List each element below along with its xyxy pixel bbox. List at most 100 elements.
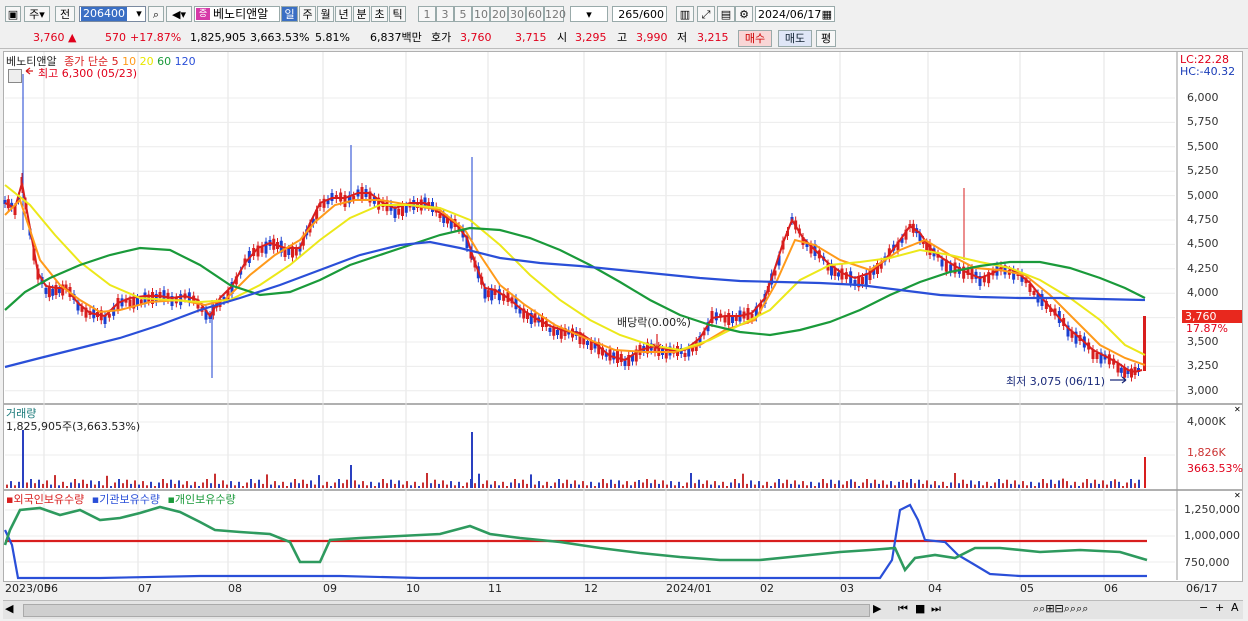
volume-bar [858,486,860,488]
volume-bar [314,484,316,488]
volume-bar [374,486,376,488]
calculator-icon[interactable] [8,69,22,83]
volume-bar [778,479,780,488]
volume-bar [670,481,672,488]
volume-bar [666,484,668,488]
x-tick: 06/17 [1186,582,1218,595]
volume-bar [242,486,244,488]
volume-bar [638,480,640,488]
volume-bar [410,485,412,488]
volume-bar [1144,457,1146,488]
chart-canvas[interactable] [0,0,1248,621]
volume-bar [894,485,896,488]
volume-bar [454,485,456,488]
volume-bar [738,483,740,488]
scroll-left-icon[interactable]: ◀ [5,602,13,615]
volume-bar [590,481,592,488]
volume-bar [1014,480,1016,488]
nav-last-icon[interactable]: ⏭ [931,602,941,616]
holdings-legend-item: ▪외국인보유수량 [6,493,85,506]
volume-bar [694,483,696,488]
volume-bar [90,480,92,488]
volume-bar [50,484,52,488]
volume-bar [1106,484,1108,488]
volume-bar [506,486,508,488]
price-tick: 4,000 [1187,286,1219,300]
candle [397,208,401,215]
volume-bar [318,475,320,488]
ma-20: 20 [136,55,154,68]
volume-bar [702,483,704,488]
volume-bar [606,483,608,488]
volume-bar [1066,481,1068,488]
zoom-in-icon[interactable]: + [1215,601,1224,614]
volume-bar [602,479,604,488]
volume-bar [398,480,400,488]
volume-bar [850,479,852,488]
x-tick: 06 [1104,582,1118,595]
volume-bar [358,484,360,488]
scrollbar[interactable]: ◀ ▶ ⏮ ■ ⏭ ⌕⌕⊞⊟⌕⌕⌕⌕ − + A [3,600,1243,619]
volume-bar [426,473,428,488]
volume-bar [910,479,912,488]
nav-first-icon[interactable]: ⏮ [898,602,908,616]
ma10-line [4,198,1146,366]
volume-bar [774,482,776,488]
volume-bar [598,482,600,488]
font-size-icon[interactable]: A [1231,601,1239,614]
volume-bar [238,481,240,488]
volume-bar [254,483,256,488]
x-tick: 10 [406,582,420,595]
close-icon[interactable]: ✕ [1234,491,1241,500]
volume-bar [430,483,432,488]
volume-bar [726,486,728,488]
volume-bar [1010,483,1012,488]
volume-bar [54,475,56,488]
volume-bar [1134,483,1136,488]
volume-bar [482,483,484,488]
volume-bar [70,482,72,488]
scroll-thumb[interactable] [23,604,870,617]
close-icon[interactable]: ✕ [1234,405,1241,414]
volume-bar [710,484,712,488]
volume-bar [838,480,840,488]
volume-bar [994,482,996,488]
volume-bar [646,479,648,488]
holdings-tick: 1,000,000 [1184,529,1240,542]
volume-bar [434,479,436,488]
volume-bar [930,484,932,488]
volume-bar [546,481,548,488]
zoom-tools-icon[interactable]: ⌕⌕⊞⊟⌕⌕⌕⌕ [1033,602,1088,616]
volume-bar [1082,482,1084,488]
volume-bar [990,486,992,488]
x-tick: 05 [1020,582,1034,595]
volume-bar [986,481,988,488]
volume-bar [214,473,216,488]
zoom-out-icon[interactable]: − [1199,601,1208,614]
volume-bar [278,485,280,488]
volume-bar [310,480,312,488]
volume-bar [866,479,868,488]
candle [51,288,55,296]
volume-bar [526,483,528,488]
candle [294,248,298,256]
volume-bar [898,481,900,488]
scroll-right-icon[interactable]: ▶ [873,602,881,615]
candle [727,313,731,325]
low-arrow-icon [1110,376,1127,384]
volume-bar [414,481,416,488]
volume-bar [822,479,824,488]
volume-bar [471,432,473,488]
candle [393,208,397,218]
volume-bar [650,483,652,488]
volume-bar [34,483,36,488]
volume-bar [462,486,464,488]
holdings-legend-item: ▪기관보유수량 [88,493,160,506]
volume-bar [654,479,656,488]
volume-bar [1090,483,1092,488]
stop-icon[interactable]: ■ [915,602,925,615]
volume-bar [914,483,916,488]
volume-bar [386,483,388,488]
volume-bar [270,484,272,488]
x-tick: 02 [760,582,774,595]
